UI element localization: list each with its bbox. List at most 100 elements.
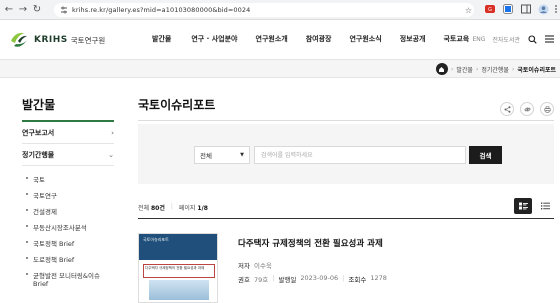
extension-icon[interactable]: G (484, 3, 496, 15)
item-author: 저자 이수욱 (238, 260, 272, 270)
main-nav: 발간물 연구 · 사업분야 연구원소개 참여광장 연구원소식 정보공개 국토교육 (152, 34, 469, 44)
bullet-icon (26, 193, 28, 195)
sidebar-subitem[interactable]: 국토정책 Brief (22, 235, 114, 251)
print-icon[interactable] (540, 102, 554, 116)
breadcrumb-current: 국토이슈리포트 (517, 66, 556, 74)
date-label: 발행일 (278, 276, 297, 284)
sidebar-subitem-label: 부동산시장조사분석 (33, 224, 87, 232)
sidebar-subitem[interactable]: 건설경제 (22, 203, 114, 219)
total-value: 80건 (150, 205, 165, 212)
breadcrumb-bar: › 발간물 › 정기간행물 › 국토이슈리포트 (0, 60, 560, 78)
issue-label: 권호 (238, 276, 250, 284)
views-label: 조회수 (348, 276, 367, 284)
page-actions (500, 102, 554, 116)
chevron-down-icon: ⌄ (108, 150, 114, 159)
sidebar-item-research-reports[interactable]: 연구보고서 › (22, 122, 114, 144)
total-label: 전체 (138, 205, 150, 212)
page-label: 페이지 (178, 205, 196, 212)
thumbnail-title: 다주택자 규제정책의 전환 필요성과 과제 (143, 264, 215, 278)
search-select-value: 전체 (200, 152, 212, 160)
sidebar-subitem-label: 국토연구 (33, 192, 57, 200)
gallery-view-button[interactable] (514, 198, 532, 214)
issue-value: 79호 (253, 276, 269, 284)
chevron-right-icon: › (475, 65, 479, 73)
address-bar[interactable]: krihs.re.kr/gallery.es?mid=a10103080000&… (54, 3, 474, 17)
bullet-icon (26, 209, 28, 211)
list-view-button[interactable] (536, 198, 554, 214)
sidebar-subitem-label: 국토정책 Brief (33, 240, 75, 248)
extension-icon[interactable] (502, 3, 514, 15)
sidebar-subitem-label: 도로정책 Brief (33, 256, 75, 264)
krihs-logo-icon (8, 29, 30, 51)
bullet-icon (26, 241, 28, 243)
forward-icon[interactable]: → (16, 3, 30, 17)
nav-item-news[interactable]: 연구원소식 (349, 34, 381, 44)
thumbnail-banner: 국토이슈리포트 (139, 234, 217, 260)
breadcrumb-item[interactable]: 발간물 (456, 65, 473, 74)
chevron-right-icon: › (111, 128, 114, 137)
bullet-icon (26, 257, 28, 259)
e-library-link[interactable]: 전자도서관 (492, 35, 520, 44)
sidebar: 발간물 연구보고서 › 정기간행물 ⌄ 국토 국토연구 건설경제 부동산시장조사… (22, 96, 114, 288)
browser-toolbar: ← → ↻ krihs.re.kr/gallery.es?mid=a101030… (0, 0, 560, 20)
eng-link[interactable]: ENG (472, 36, 485, 43)
side-panel-icon[interactable] (520, 3, 532, 15)
header-utilities: ENG 전자도서관 (472, 34, 554, 44)
caret-down-icon: ▼ (240, 152, 244, 158)
author-value: 이수욱 (253, 262, 272, 270)
result-count: 전체 80건 | 페이지 1/8 (138, 203, 208, 212)
divider (138, 120, 554, 121)
divider (138, 218, 554, 219)
sidebar-subitem[interactable]: 부동산시장조사분석 (22, 219, 114, 235)
nav-item-education[interactable]: 국토교육 (443, 34, 469, 44)
site-header: KRIHS 국토연구원 발간물 연구 · 사업분야 연구원소개 참여광장 연구원… (0, 20, 560, 60)
page-value: 1/8 (197, 205, 208, 212)
nav-item-publications[interactable]: 발간물 (152, 34, 171, 44)
sidebar-subitem[interactable]: 균형발전 모니터링&이슈 Brief (22, 267, 114, 288)
logo-subtext: 국토연구원 (70, 35, 106, 45)
nav-item-about[interactable]: 연구원소개 (256, 34, 288, 44)
sidebar-submenu: 국토 국토연구 건설경제 부동산시장조사분석 국토정책 Brief 도로정책 B… (22, 166, 114, 288)
chevron-right-icon: › (450, 65, 454, 73)
search-category-select[interactable]: 전체 ▼ (194, 146, 250, 164)
search-button[interactable]: 검색 (469, 146, 502, 164)
report-thumbnail[interactable]: 국토이슈리포트 다주택자 규제정책의 전환 필요성과 과제 (138, 233, 218, 303)
sidebar-item-label: 연구보고서 (22, 128, 55, 137)
sidebar-subitem[interactable]: 국토 (22, 171, 114, 187)
menu-icon[interactable] (550, 3, 560, 15)
breadcrumb: › 발간물 › 정기간행물 › 국토이슈리포트 (435, 63, 556, 75)
site-logo[interactable]: KRIHS 국토연구원 (8, 29, 105, 51)
breadcrumb-item[interactable]: 정기간행물 (481, 65, 509, 74)
date-value: 2023-09-06 (300, 274, 339, 282)
sidebar-subitem[interactable]: 국토연구 (22, 187, 114, 203)
nav-item-research[interactable]: 연구 · 사업분야 (191, 34, 237, 44)
profile-avatar[interactable] (537, 3, 549, 15)
reload-icon[interactable]: ↻ (30, 3, 44, 17)
search-icon[interactable] (527, 34, 537, 44)
sidebar-item-periodicals[interactable]: 정기간행물 ⌄ (22, 144, 114, 166)
author-label: 저자 (238, 262, 250, 270)
sidebar-subitem-label: 건설경제 (33, 208, 57, 216)
main-content: 국토이슈리포트 전체 ▼ 검색 전체 80건 | 페이지 1/8 (138, 96, 560, 303)
link-icon[interactable] (520, 102, 534, 116)
back-icon[interactable]: ← (2, 3, 16, 17)
sidebar-subitem[interactable]: 도로정책 Brief (22, 251, 114, 267)
bullet-icon (26, 225, 28, 227)
nav-item-participation[interactable]: 참여광장 (306, 34, 332, 44)
search-input[interactable] (254, 146, 466, 164)
hamburger-menu-icon[interactable] (544, 34, 554, 44)
page-title: 국토이슈리포트 (138, 98, 216, 112)
logo-text: KRIHS (34, 35, 68, 45)
divider: | (272, 274, 275, 282)
divider: | (342, 274, 345, 282)
sidebar-title: 발간물 (22, 96, 114, 122)
home-icon[interactable] (435, 63, 448, 75)
sidebar-subitem-label: 국토 (33, 176, 45, 184)
item-title[interactable]: 다주택자 규제정책의 전환 필요성과 과제 (238, 237, 383, 249)
sidebar-subitem-label: 균형발전 모니터링&이슈 Brief (33, 272, 100, 288)
share-icon[interactable] (500, 102, 514, 116)
svg-text:G: G (488, 7, 492, 13)
nav-item-disclosure[interactable]: 정보공개 (400, 34, 426, 44)
site-info-icon[interactable] (58, 4, 70, 16)
star-icon[interactable]: ☆ (465, 6, 472, 15)
